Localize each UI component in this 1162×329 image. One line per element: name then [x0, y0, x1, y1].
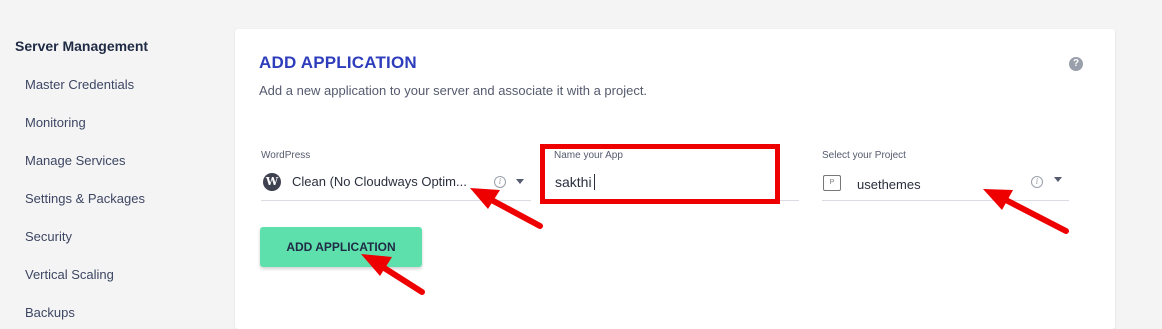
sidebar: Server Management Master Credentials Mon…: [0, 0, 220, 320]
project-select-label: Select your Project: [822, 150, 906, 161]
wordpress-icon: W: [263, 173, 281, 191]
sidebar-item-settings-packages[interactable]: Settings & Packages: [25, 191, 145, 206]
sidebar-title: Server Management: [15, 38, 149, 54]
card-title: ADD APPLICATION: [259, 53, 417, 72]
sidebar-item-security[interactable]: Security: [25, 229, 72, 244]
application-info-icon[interactable]: i: [494, 176, 506, 188]
help-icon[interactable]: ?: [1069, 57, 1083, 71]
project-info-icon[interactable]: i: [1031, 176, 1043, 188]
sidebar-item-monitoring[interactable]: Monitoring: [25, 115, 86, 130]
application-select-underline: [261, 200, 531, 201]
application-select[interactable]: WordPress W Clean (No Cloudways Optim...…: [261, 150, 531, 201]
card-subtitle: Add a new application to your server and…: [259, 83, 648, 98]
sidebar-item-manage-services[interactable]: Manage Services: [25, 153, 125, 168]
chevron-down-icon[interactable]: [1054, 177, 1062, 182]
project-icon: P: [823, 175, 841, 191]
application-select-label: WordPress: [261, 150, 311, 161]
sidebar-item-vertical-scaling[interactable]: Vertical Scaling: [25, 267, 114, 282]
annotation-highlight-box: [540, 144, 780, 204]
add-application-button[interactable]: ADD APPLICATION: [260, 227, 422, 267]
application-select-value: Clean (No Cloudways Optim...: [292, 174, 467, 189]
project-select-underline: [822, 200, 1069, 201]
sidebar-item-master-credentials[interactable]: Master Credentials: [25, 77, 134, 92]
chevron-down-icon[interactable]: [516, 179, 524, 184]
project-select-value: usethemes: [857, 177, 921, 192]
project-select[interactable]: Select your Project P usethemes i: [822, 150, 1069, 201]
